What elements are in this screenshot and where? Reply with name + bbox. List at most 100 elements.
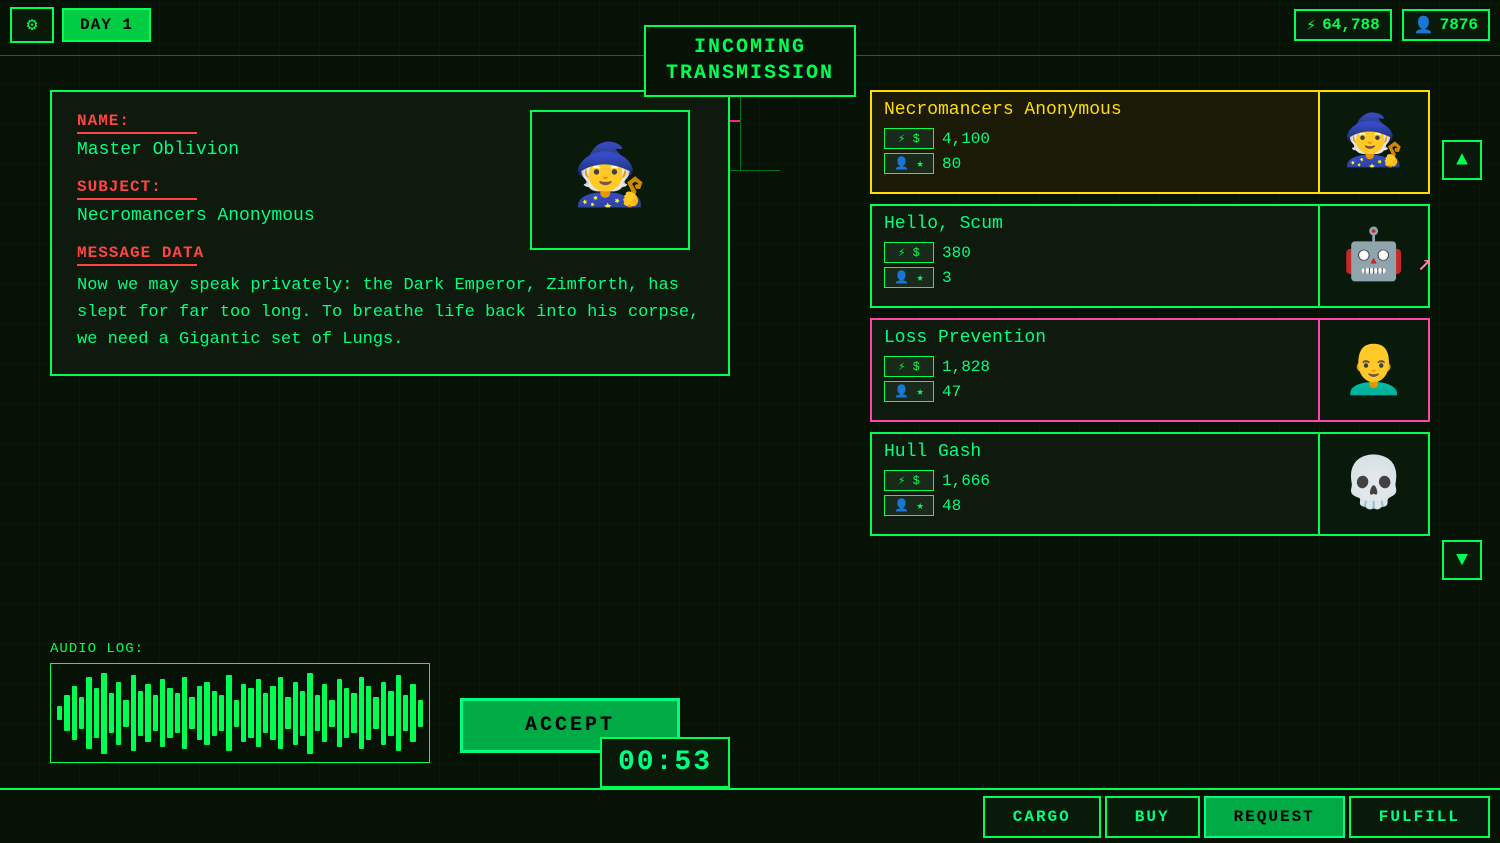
settings-button[interactable]: ⚙ <box>10 7 54 43</box>
top-right-stats: ⚡ 64,788 👤 7876 <box>1294 9 1490 41</box>
quest-stat-rep-row: 👤 ★ 3 <box>884 267 1306 288</box>
quest-name: Necromancers Anonymous <box>884 100 1306 120</box>
day-badge: DAY 1 <box>62 8 151 42</box>
name-underline <box>77 132 197 134</box>
waveform-bar <box>388 691 393 736</box>
nav-button-fulfill[interactable]: FULFILL <box>1349 796 1490 838</box>
quest-stat-rep-row: 👤 ★ 47 <box>884 381 1306 402</box>
waveform-bar <box>366 686 371 740</box>
waveform-bar <box>248 688 253 738</box>
quest-credits-value: 4,100 <box>942 130 990 148</box>
nav-button-cargo[interactable]: CARGO <box>983 796 1101 838</box>
rep-stat: 👤 7876 <box>1402 9 1490 41</box>
waveform-bar <box>226 675 231 752</box>
quest-item-hello_scum[interactable]: Hello, Scum ⚡ $ 380 👤 ★ 3 🤖 <box>870 204 1430 308</box>
waveform-bar <box>189 697 194 729</box>
nav-button-buy[interactable]: BUY <box>1105 796 1200 838</box>
credits-stat: ⚡ 64,788 <box>1294 9 1391 41</box>
quest-item-hull_gash[interactable]: Hull Gash ⚡ $ 1,666 👤 ★ 48 💀 <box>870 432 1430 536</box>
transmission-title: INCOMING TRANSMISSION <box>666 35 834 87</box>
waveform-bar <box>307 673 312 754</box>
waveform-bar <box>212 691 217 736</box>
quest-stats: ⚡ $ 380 👤 ★ 3 <box>884 242 1306 288</box>
waveform-bar <box>403 695 408 731</box>
message-data-label: MESSAGE DATA <box>77 244 204 262</box>
quest-title-bar: Hull Gash ⚡ $ 1,666 👤 ★ 48 <box>872 434 1318 534</box>
quest-rep-value: 80 <box>942 155 961 173</box>
scroll-down-icon[interactable]: ▼ <box>1442 540 1482 580</box>
waveform-bar <box>79 697 84 729</box>
waveform-bar <box>86 677 91 749</box>
waveform-bar <box>256 679 261 747</box>
quest-rep-value: 3 <box>942 269 952 287</box>
waveform-bar <box>64 695 69 731</box>
quest-portrait: 🤖 <box>1318 206 1428 306</box>
quest-panel: Necromancers Anonymous ⚡ $ 4,100 👤 ★ 80 … <box>870 90 1430 546</box>
message-body: Now we may speak privately: the Dark Emp… <box>77 272 703 354</box>
credits-icon-sm: ⚡ $ <box>884 242 934 263</box>
message-data-section: MESSAGE DATA Now we may speak privately:… <box>77 244 703 354</box>
quest-rep-value: 47 <box>942 383 961 401</box>
quest-portrait: 🧙 <box>1318 92 1428 192</box>
waveform-bar <box>285 697 290 729</box>
waveform-bar <box>131 675 136 752</box>
waveform-bar <box>263 693 268 734</box>
rep-icon-sm: 👤 ★ <box>884 153 934 174</box>
timer-value: 00:53 <box>618 747 712 778</box>
waveform-bar <box>373 697 378 729</box>
name-label: NAME: <box>77 112 130 130</box>
bottom-nav: CARGOBUYREQUESTFULFILL <box>0 788 1500 843</box>
quest-title-bar: Necromancers Anonymous ⚡ $ 4,100 👤 ★ 80 <box>872 92 1318 192</box>
quest-portrait: 👨‍🦲 <box>1318 320 1428 420</box>
quest-title-bar: Loss Prevention ⚡ $ 1,828 👤 ★ 47 <box>872 320 1318 420</box>
quest-stats: ⚡ $ 1,666 👤 ★ 48 <box>884 470 1306 516</box>
quest-name: Hull Gash <box>884 442 1306 462</box>
waveform-bar <box>278 677 283 749</box>
scroll-up-button[interactable]: ▲ <box>1442 140 1482 180</box>
waveform-bar <box>270 686 275 740</box>
nav-button-request[interactable]: REQUEST <box>1204 796 1345 838</box>
credits-icon: ⚡ <box>1306 15 1316 35</box>
quest-title-bar: Hello, Scum ⚡ $ 380 👤 ★ 3 <box>872 206 1318 306</box>
quest-stats: ⚡ $ 1,828 👤 ★ 47 <box>884 356 1306 402</box>
day-label: DAY 1 <box>80 16 133 34</box>
waveform-bar <box>123 700 128 727</box>
quest-rep-value: 48 <box>942 497 961 515</box>
waveform-bar <box>94 688 99 738</box>
waveform-bars <box>51 664 429 762</box>
transmission-header: INCOMING TRANSMISSION <box>644 25 856 97</box>
waveform-bar <box>234 700 239 727</box>
waveform-bar <box>410 684 415 743</box>
waveform-bar <box>315 695 320 731</box>
quest-stat-credits-row: ⚡ $ 380 <box>884 242 1306 263</box>
rep-value: 7876 <box>1440 16 1478 34</box>
waveform-bar <box>57 706 62 720</box>
quest-item-necromancers[interactable]: Necromancers Anonymous ⚡ $ 4,100 👤 ★ 80 … <box>870 90 1430 194</box>
cursor-arrow-icon: ↗ <box>1418 248 1432 278</box>
quest-item-loss_prevention[interactable]: Loss Prevention ⚡ $ 1,828 👤 ★ 47 👨‍🦲 <box>870 318 1430 422</box>
quest-credits-value: 1,666 <box>942 472 990 490</box>
quest-stat-credits-row: ⚡ $ 1,666 <box>884 470 1306 491</box>
scroll-up-icon[interactable]: ▲ <box>1442 140 1482 180</box>
audio-waveform <box>50 663 430 763</box>
quest-stat-credits-row: ⚡ $ 4,100 <box>884 128 1306 149</box>
accept-label: ACCEPT <box>525 714 615 737</box>
waveform-bar <box>138 691 143 736</box>
top-left-controls: ⚙ DAY 1 <box>10 7 151 43</box>
quest-portrait-figure: 🧙 <box>1343 112 1405 173</box>
scroll-down-button[interactable]: ▼ <box>1442 540 1482 580</box>
waveform-bar <box>359 677 364 749</box>
waveform-bar <box>167 688 172 738</box>
waveform-bar <box>418 700 423 727</box>
waveform-bar <box>293 682 298 745</box>
waveform-bar <box>396 675 401 752</box>
waveform-bar <box>160 679 165 747</box>
quest-credits-value: 380 <box>942 244 971 262</box>
quest-name: Loss Prevention <box>884 328 1306 348</box>
quest-stat-credits-row: ⚡ $ 1,828 <box>884 356 1306 377</box>
waveform-bar <box>109 693 114 734</box>
waveform-bar <box>381 682 386 745</box>
waveform-bar <box>329 700 334 727</box>
timer: 00:53 <box>600 737 730 788</box>
sender-portrait: 🧙 <box>530 110 690 250</box>
